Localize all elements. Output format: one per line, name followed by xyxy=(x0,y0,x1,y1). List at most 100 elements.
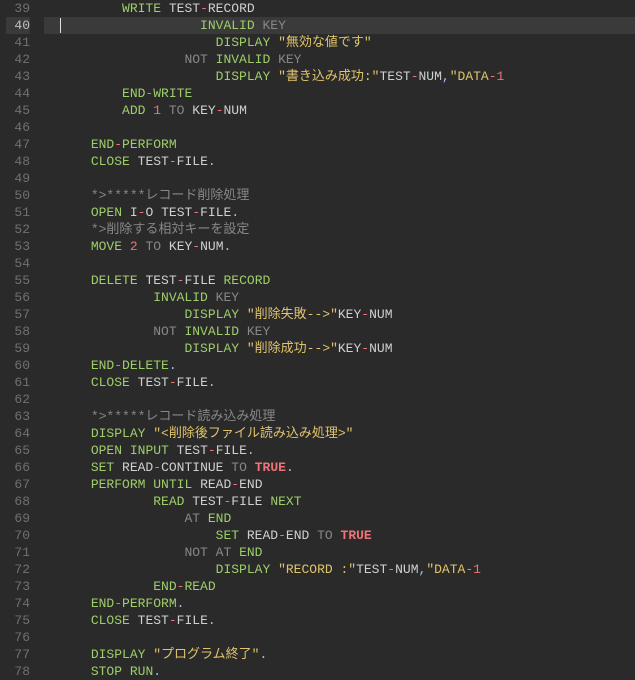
code-line[interactable]: DISPLAY "書き込み成功:"TEST-NUM,"DATA-1 xyxy=(44,68,635,85)
token-id: READ xyxy=(247,528,278,543)
token-minus: - xyxy=(153,460,161,475)
token-id: FILE xyxy=(231,494,262,509)
token-id: TEST xyxy=(177,443,208,458)
code-line[interactable]: INVALID KEY xyxy=(44,289,635,306)
token-kw: UNTIL xyxy=(153,477,192,492)
code-line[interactable]: AT END xyxy=(44,510,635,527)
token-num: 1 xyxy=(497,69,505,84)
code-line[interactable]: NOT INVALID KEY xyxy=(44,51,635,68)
token-kw: INVALID xyxy=(153,290,208,305)
code-line[interactable]: *>*****レコード読み込み処理 xyxy=(44,408,635,425)
token-minus: - xyxy=(231,477,239,492)
code-line[interactable]: READ TEST-FILE NEXT xyxy=(44,493,635,510)
token-id: FILE xyxy=(177,375,208,390)
code-line[interactable]: OPEN I-O TEST-FILE. xyxy=(44,204,635,221)
token-kw: CLOSE xyxy=(91,154,130,169)
code-line[interactable]: OPEN INPUT TEST-FILE. xyxy=(44,442,635,459)
line-number: 43 xyxy=(6,68,30,85)
code-line[interactable]: NOT INVALID KEY xyxy=(44,323,635,340)
line-number: 60 xyxy=(6,357,30,374)
code-line[interactable]: NOT AT END xyxy=(44,544,635,561)
token-dot: . xyxy=(169,358,177,373)
code-line[interactable]: DISPLAY "RECORD :"TEST-NUM,"DATA-1 xyxy=(44,561,635,578)
token-kw: OPEN xyxy=(91,205,122,220)
token-dot: . xyxy=(177,596,185,611)
token-str-op: - xyxy=(489,69,497,84)
token-str: "削除失敗-->" xyxy=(247,307,338,322)
token-kw: SET xyxy=(91,460,114,475)
line-number: 77 xyxy=(6,646,30,663)
code-line[interactable] xyxy=(44,391,635,408)
token-dot: . xyxy=(247,443,255,458)
token-dot: . xyxy=(224,239,232,254)
code-line[interactable]: ADD 1 TO KEY-NUM xyxy=(44,102,635,119)
code-line[interactable]: STOP RUN. xyxy=(44,663,635,680)
token-id: RECORD xyxy=(208,1,255,16)
code-line[interactable] xyxy=(44,119,635,136)
token-id: FILE xyxy=(216,443,247,458)
line-number: 68 xyxy=(6,493,30,510)
line-number: 76 xyxy=(6,629,30,646)
token-kw: END xyxy=(91,137,114,152)
token-dot: . xyxy=(231,205,239,220)
code-line[interactable]: END-DELETE. xyxy=(44,357,635,374)
code-line[interactable]: INVALID KEY xyxy=(44,17,635,34)
code-line[interactable]: END-PERFORM. xyxy=(44,595,635,612)
token-kw2: KEY xyxy=(278,52,301,67)
token-kw: CLOSE xyxy=(91,613,130,628)
token-id: NUM xyxy=(369,307,392,322)
token-dot: . xyxy=(208,613,216,628)
token-kw: WRITE xyxy=(122,1,161,16)
line-number: 49 xyxy=(6,170,30,187)
code-line[interactable]: MOVE 2 TO KEY-NUM. xyxy=(44,238,635,255)
code-line[interactable]: *>*****レコード削除処理 xyxy=(44,187,635,204)
code-line[interactable]: DISPLAY "<削除後ファイル読み込み処理>" xyxy=(44,425,635,442)
line-number: 78 xyxy=(6,663,30,680)
code-line[interactable]: PERFORM UNTIL READ-END xyxy=(44,476,635,493)
token-str: "<削除後ファイル読み込み処理>" xyxy=(153,426,353,441)
code-line[interactable]: CLOSE TEST-FILE. xyxy=(44,153,635,170)
code-line[interactable]: SET READ-CONTINUE TO TRUE. xyxy=(44,459,635,476)
token-id: KEY xyxy=(192,103,215,118)
token-bool: TRUE xyxy=(341,528,372,543)
token-kw: DISPLAY xyxy=(91,426,146,441)
code-line[interactable] xyxy=(44,255,635,272)
token-kw2: AT xyxy=(184,511,200,526)
code-line[interactable]: END-PERFORM xyxy=(44,136,635,153)
code-line[interactable]: END-READ xyxy=(44,578,635,595)
token-kw: MOVE xyxy=(91,239,122,254)
code-line[interactable]: DELETE TEST-FILE RECORD xyxy=(44,272,635,289)
code-line[interactable] xyxy=(44,170,635,187)
token-kw: END xyxy=(122,86,145,101)
line-number: 65 xyxy=(6,442,30,459)
token-str: "RECORD :" xyxy=(278,562,356,577)
token-id: FILE xyxy=(177,613,208,628)
code-line[interactable]: SET READ-END TO TRUE xyxy=(44,527,635,544)
code-line[interactable]: DISPLAY "無効な値です" xyxy=(44,34,635,51)
token-kw: STOP xyxy=(91,664,122,679)
code-line[interactable]: CLOSE TEST-FILE. xyxy=(44,612,635,629)
code-line[interactable]: WRITE TEST-RECORD xyxy=(44,0,635,17)
token-cmt: *>*****レコード読み込み処理 xyxy=(91,409,276,424)
token-io: I xyxy=(130,205,138,220)
code-line[interactable]: END-WRITE xyxy=(44,85,635,102)
token-kw2: TO xyxy=(169,103,185,118)
token-kw2: KEY xyxy=(216,290,239,305)
line-number: 46 xyxy=(6,119,30,136)
code-editor[interactable]: 3940414243444546474849505152535455565758… xyxy=(0,0,635,680)
token-kw: INPUT xyxy=(130,443,169,458)
token-dot: . xyxy=(208,375,216,390)
token-id: TEST xyxy=(169,1,200,16)
code-line[interactable]: *>削除する相対キーを設定 xyxy=(44,221,635,238)
token-kw: DISPLAY xyxy=(184,341,239,356)
code-line[interactable]: DISPLAY "削除成功-->"KEY-NUM xyxy=(44,340,635,357)
code-line[interactable]: CLOSE TEST-FILE. xyxy=(44,374,635,391)
code-line[interactable]: DISPLAY "プログラム終了". xyxy=(44,646,635,663)
code-area[interactable]: WRITE TEST-RECORD INVALID KEY DISPLAY "無… xyxy=(40,0,635,680)
token-dot: , xyxy=(442,69,450,84)
code-line[interactable]: DISPLAY "削除失敗-->"KEY-NUM xyxy=(44,306,635,323)
line-number: 54 xyxy=(6,255,30,272)
code-line[interactable] xyxy=(44,629,635,646)
line-number: 75 xyxy=(6,612,30,629)
line-number: 47 xyxy=(6,136,30,153)
